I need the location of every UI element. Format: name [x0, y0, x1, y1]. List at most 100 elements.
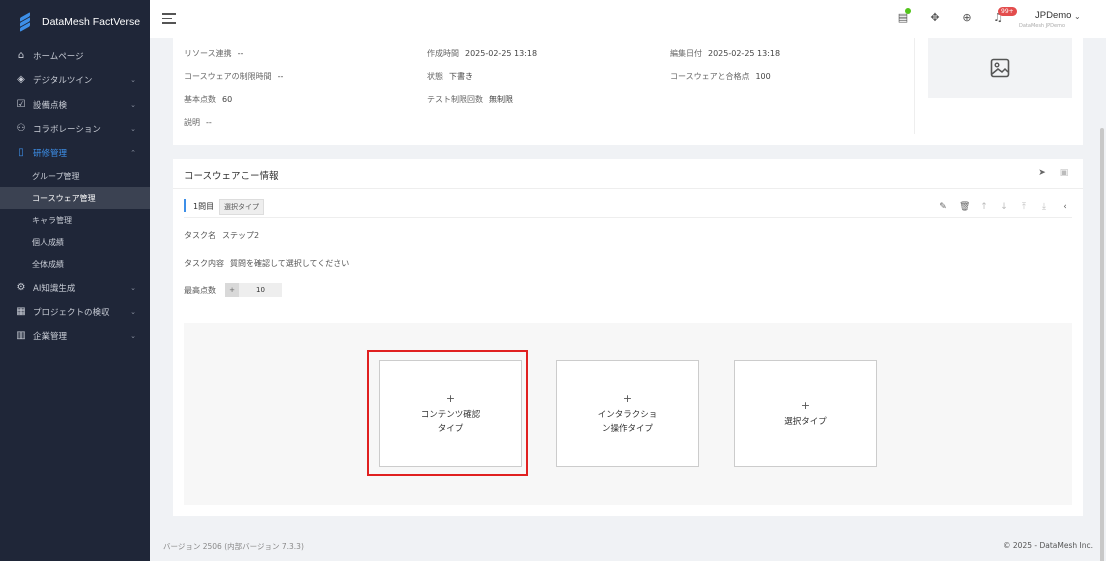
field-value: ステップ2: [222, 231, 260, 240]
max-score-label: 最高点数: [184, 286, 216, 295]
info-value: 無制限: [489, 95, 513, 104]
type-label: 選択タイプ: [784, 416, 827, 427]
sidebar-item-home[interactable]: ⌂ ホームページ: [0, 44, 150, 68]
question-type-picker: + コンテンツ確認 タイプ + インタラクショ ン操作タイプ + 選択タイプ: [184, 323, 1072, 505]
sidebar-item-project-acceptance[interactable]: ▦ プロジェクトの検収 ⌄: [0, 300, 150, 324]
courseware-info-card: リソース連携 -- 作成時間 2025-02-25 13:18 編集日付 2025-0…: [173, 38, 1083, 145]
sidebar-subitem-courseware[interactable]: コースウェア管理: [0, 187, 150, 210]
robot-icon[interactable]: ✥: [929, 12, 941, 24]
plus-icon: +: [800, 398, 811, 412]
scrollbar[interactable]: [1100, 128, 1104, 561]
globe-icon[interactable]: ⊕: [961, 12, 973, 24]
sidebar-subitem-overall-score[interactable]: 全体成績: [0, 253, 150, 275]
question-label: 1問目: [193, 202, 215, 211]
sidebar-item-ai-knowledge[interactable]: ⚙ AI知識生成 ⌄: [0, 275, 150, 299]
move-top-icon[interactable]: ⤒: [1019, 202, 1029, 212]
sidebar-item-label: AI知識生成: [33, 283, 76, 294]
arrow-up-icon[interactable]: ↑: [979, 202, 989, 212]
section-title: コースウェアこー情報: [184, 171, 279, 182]
info-label: 作成時間: [427, 49, 459, 58]
info-value: 100: [755, 72, 771, 81]
info-label: テスト制限回数: [427, 95, 483, 104]
info-pass-score: コースウェアと合格点 100: [670, 71, 771, 82]
chevron-down-icon: ⌄: [130, 307, 136, 316]
stepper-value[interactable]: 10: [239, 283, 282, 297]
info-value: 2025-02-25 13:18: [708, 49, 781, 58]
info-value: --: [206, 118, 212, 127]
sidebar-item-training[interactable]: ▯ 研修管理 ⌃: [0, 141, 150, 165]
users-icon: ⚇: [16, 123, 26, 135]
sidebar-subitem-group[interactable]: グループ管理: [0, 165, 150, 187]
sidebar-item-collaboration[interactable]: ⚇ コラボレーション ⌄: [0, 117, 150, 141]
info-resource-link: リソース連携 --: [184, 48, 243, 59]
sidebar-item-label: プロジェクトの検収: [33, 307, 110, 318]
move-bottom-icon[interactable]: ⤓: [1039, 202, 1049, 212]
calendar-icon: ▦: [16, 305, 26, 317]
version-text: バージョン 2506 (内部バージョン 7.3.3): [163, 542, 304, 551]
chevron-down-icon[interactable]: ⌄: [1074, 12, 1081, 21]
delete-icon[interactable]: 🗑: [959, 202, 970, 212]
sidebar-subitem-character[interactable]: キャラ管理: [0, 209, 150, 231]
image-icon: [990, 58, 1010, 78]
highlight-box: [367, 350, 528, 476]
home-icon: ⌂: [17, 50, 25, 62]
arrow-down-icon[interactable]: ↓: [999, 202, 1009, 212]
cube-icon: ◈: [17, 74, 25, 86]
info-test-limit: テスト制限回数 無制限: [427, 94, 513, 105]
save-icon[interactable]: ▣: [1059, 168, 1069, 178]
collapse-icon[interactable]: ‹: [1060, 202, 1070, 212]
question-indicator: [184, 199, 186, 212]
info-label: 基本点数: [184, 95, 216, 104]
datamesh-logo-icon: [18, 12, 32, 32]
info-value: 60: [222, 95, 233, 104]
info-label: コースウェアと合格点: [670, 72, 750, 81]
edit-icon[interactable]: ✎: [938, 202, 948, 212]
info-status: 状態 下書き: [427, 71, 473, 82]
sidebar-item-inspection[interactable]: ☑ 設備点検 ⌄: [0, 93, 150, 117]
copyright-text: © 2025 - DataMesh Inc.: [1003, 541, 1093, 550]
plus-icon: +: [622, 391, 633, 405]
info-base-score: 基本点数 60: [184, 94, 232, 105]
top-header: ▤ ✥ ⊕ ♫ 99+ JPDemo DataMesh JPDemo ⌄: [150, 0, 1106, 38]
menu-toggle-icon[interactable]: [162, 13, 176, 24]
sidebar-subitem-personal-score[interactable]: 個人成績: [0, 231, 150, 253]
info-edited: 編集日付 2025-02-25 13:18: [670, 48, 780, 59]
courseware-detail-card: コースウェアこー情報 ➤ ▣ 1問目 選択タイプ ✎ 🗑 ↑ ↓ ⤒ ⤓ ‹ タ…: [173, 159, 1083, 516]
selection-type-card[interactable]: + 選択タイプ: [734, 360, 877, 467]
chevron-down-icon: ⌄: [130, 332, 136, 341]
sidebar-item-digital-twin[interactable]: ◈ デジタルツイン ⌄: [0, 68, 150, 92]
send-icon[interactable]: ➤: [1037, 168, 1047, 178]
info-label: リソース連携: [184, 49, 232, 58]
interaction-type-card[interactable]: + インタラクショ ン操作タイプ: [556, 360, 699, 467]
sidebar-item-label: デジタルツイン: [33, 76, 93, 87]
sidebar: DataMesh FactVerse ⌂ ホームページ ◈ デジタルツイン ⌄ …: [0, 0, 150, 561]
sidebar-nav: ⌂ ホームページ ◈ デジタルツイン ⌄ ☑ 設備点検 ⌄ ⚇ コラボレーション…: [0, 44, 150, 348]
info-time-limit: コースウェアの制限時間 --: [184, 71, 283, 82]
sidebar-item-label: 企業管理: [33, 332, 68, 343]
divider: [173, 188, 1083, 189]
info-value: 下書き: [449, 72, 473, 81]
brand[interactable]: DataMesh FactVerse: [0, 0, 150, 44]
chevron-up-icon: ⌃: [130, 149, 136, 158]
type-label: インタラクショ ン操作タイプ: [597, 409, 658, 434]
field-label: タスク内容: [184, 259, 224, 268]
sidebar-item-label: 設備点検: [33, 100, 68, 111]
info-label: コースウェアの制限時間: [184, 72, 272, 81]
task-content-field: タスク内容 質問を確認して選択してください: [184, 258, 349, 269]
stepper-button[interactable]: +: [225, 283, 239, 297]
book-icon: ▯: [18, 147, 24, 159]
sidebar-item-company[interactable]: ▥ 企業管理 ⌄: [0, 324, 150, 348]
notification-badge: 99+: [998, 7, 1017, 16]
user-org: DataMesh JPDemo: [1019, 23, 1066, 29]
building-icon: ▥: [16, 330, 26, 342]
info-label: 編集日付: [670, 49, 702, 58]
max-score-stepper[interactable]: + 10: [225, 283, 282, 297]
divider: [184, 217, 1072, 218]
field-label: タスク名: [184, 231, 216, 240]
info-value: --: [277, 72, 284, 81]
user-name[interactable]: JPDemo: [1035, 10, 1071, 21]
divider: [914, 38, 915, 134]
info-created: 作成時間 2025-02-25 13:18: [427, 48, 537, 59]
cover-image-placeholder[interactable]: [928, 38, 1072, 98]
chevron-down-icon: ⌄: [130, 283, 136, 292]
